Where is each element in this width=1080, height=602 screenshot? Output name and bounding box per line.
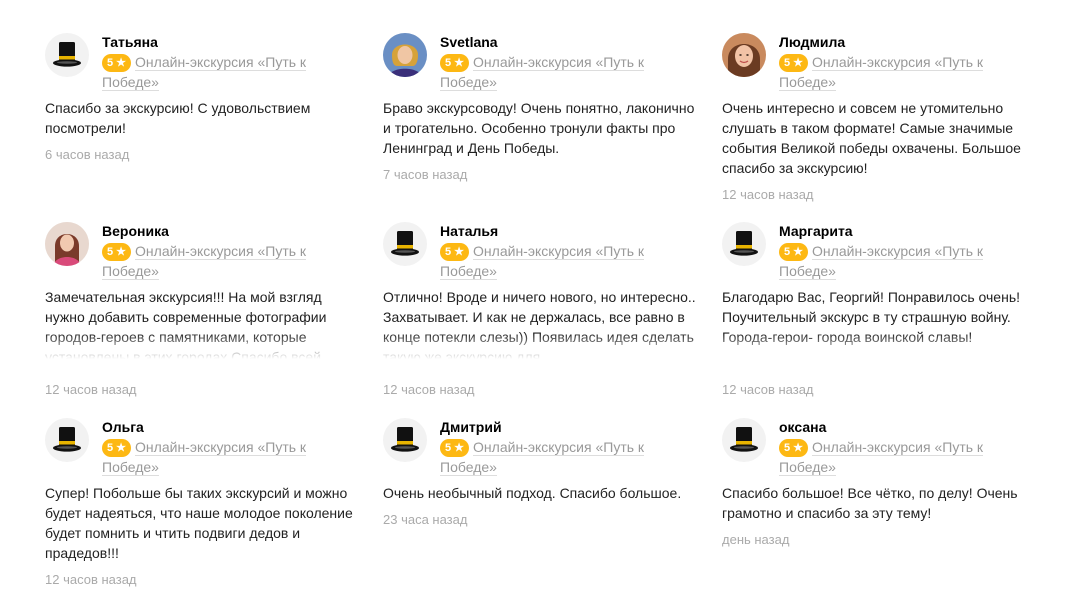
review-meta: 5 ★ Онлайн-экскурсия «Путь к Победе» (440, 52, 690, 92)
top-hat-icon (383, 222, 427, 266)
tour-link[interactable]: Онлайн-экскурсия «Путь к Победе» (102, 54, 307, 91)
top-hat-icon (722, 222, 766, 266)
review-text: Браво экскурсоводу! Очень понятно, лакон… (383, 100, 695, 156)
review-text: Спасибо большое! Все чётко, по делу! Оче… (722, 485, 1018, 521)
user-avatar (722, 33, 766, 77)
review-time: 12 часов назад (45, 572, 137, 587)
review-time: 6 часов назад (45, 147, 130, 162)
top-hat-icon (45, 418, 89, 462)
user-avatar (45, 222, 89, 266)
tour-link[interactable]: Онлайн-экскурсия «Путь к Победе» (102, 439, 307, 476)
review-meta: 5 ★ Онлайн-экскурсия «Путь к Победе» (779, 241, 1029, 281)
review-meta: 5 ★ Онлайн-экскурсия «Путь к Победе» (779, 437, 1029, 477)
tour-link[interactable]: Онлайн-экскурсия «Путь к Победе» (779, 243, 984, 280)
tour-link[interactable]: Онлайн-экскурсия «Путь к Победе» (440, 243, 645, 280)
review-time: 12 часов назад (722, 187, 814, 202)
review-time: 12 часов назад (722, 382, 814, 397)
review-text: Очень необычный подход. Спасибо большое. (383, 485, 682, 501)
tour-link[interactable]: Онлайн-экскурсия «Путь к Победе» (779, 439, 984, 476)
review-meta: 5 ★ Онлайн-экскурсия «Путь к Победе» (102, 241, 352, 281)
review-time: 23 часа назад (383, 512, 468, 527)
review-meta: 5 ★ Онлайн-экскурсия «Путь к Победе» (102, 437, 352, 477)
review-text: Очень интересно и совсем не утомительно … (722, 100, 1021, 176)
rating-badge: 5 ★ (102, 439, 132, 457)
review-text: Замечательная экскурсия!!! На мой взгляд… (45, 287, 365, 359)
review-meta: 5 ★ Онлайн-экскурсия «Путь к Победе» (779, 52, 1029, 92)
review-text: Отлично! Вроде и ничего нового, но интер… (383, 287, 703, 359)
rating-badge: 5 ★ (102, 243, 132, 261)
review-text: Спасибо за экскурсию! С удовольствием по… (45, 100, 311, 136)
review-text: Супер! Побольше бы таких экскурсий и мож… (45, 485, 353, 561)
review-meta: 5 ★ Онлайн-экскурсия «Путь к Победе» (440, 241, 690, 281)
top-hat-icon (383, 418, 427, 462)
review-time: день назад (722, 532, 790, 547)
rating-badge: 5 ★ (440, 54, 470, 72)
review-time: 12 часов назад (45, 382, 137, 397)
review-meta: 5 ★ Онлайн-экскурсия «Путь к Победе» (440, 437, 690, 477)
rating-badge: 5 ★ (440, 243, 470, 261)
review-author: оксана (779, 419, 827, 435)
review-author: Татьяна (102, 34, 158, 50)
review-author: Вероника (102, 223, 169, 239)
review-text: Благодарю Вас, Георгий! Понравилось очен… (722, 287, 1042, 359)
review-time: 12 часов назад (383, 382, 475, 397)
review-author: Наталья (440, 223, 499, 239)
review-author: Людмила (779, 34, 846, 50)
rating-badge: 5 ★ (440, 439, 470, 457)
review-time: 7 часов назад (383, 167, 468, 182)
rating-badge: 5 ★ (779, 439, 809, 457)
review-author: Дмитрий (440, 419, 502, 435)
rating-badge: 5 ★ (779, 54, 809, 72)
reviews-grid: Татьяна 5 ★ Онлайн-экскурсия «Путь к Побе… (0, 0, 1080, 602)
tour-link[interactable]: Онлайн-экскурсия «Путь к Победе» (440, 54, 645, 91)
tour-link[interactable]: Онлайн-экскурсия «Путь к Победе» (102, 243, 307, 280)
top-hat-icon (722, 418, 766, 462)
user-avatar (383, 33, 427, 77)
review-author: Ольга (102, 419, 144, 435)
tour-link[interactable]: Онлайн-экскурсия «Путь к Победе» (779, 54, 984, 91)
review-author: Svetlana (440, 34, 498, 50)
top-hat-icon (45, 33, 89, 77)
rating-badge: 5 ★ (102, 54, 132, 72)
review-meta: 5 ★ Онлайн-экскурсия «Путь к Победе» (102, 52, 352, 92)
review-author: Маргарита (779, 223, 853, 239)
rating-badge: 5 ★ (779, 243, 809, 261)
tour-link[interactable]: Онлайн-экскурсия «Путь к Победе» (440, 439, 645, 476)
